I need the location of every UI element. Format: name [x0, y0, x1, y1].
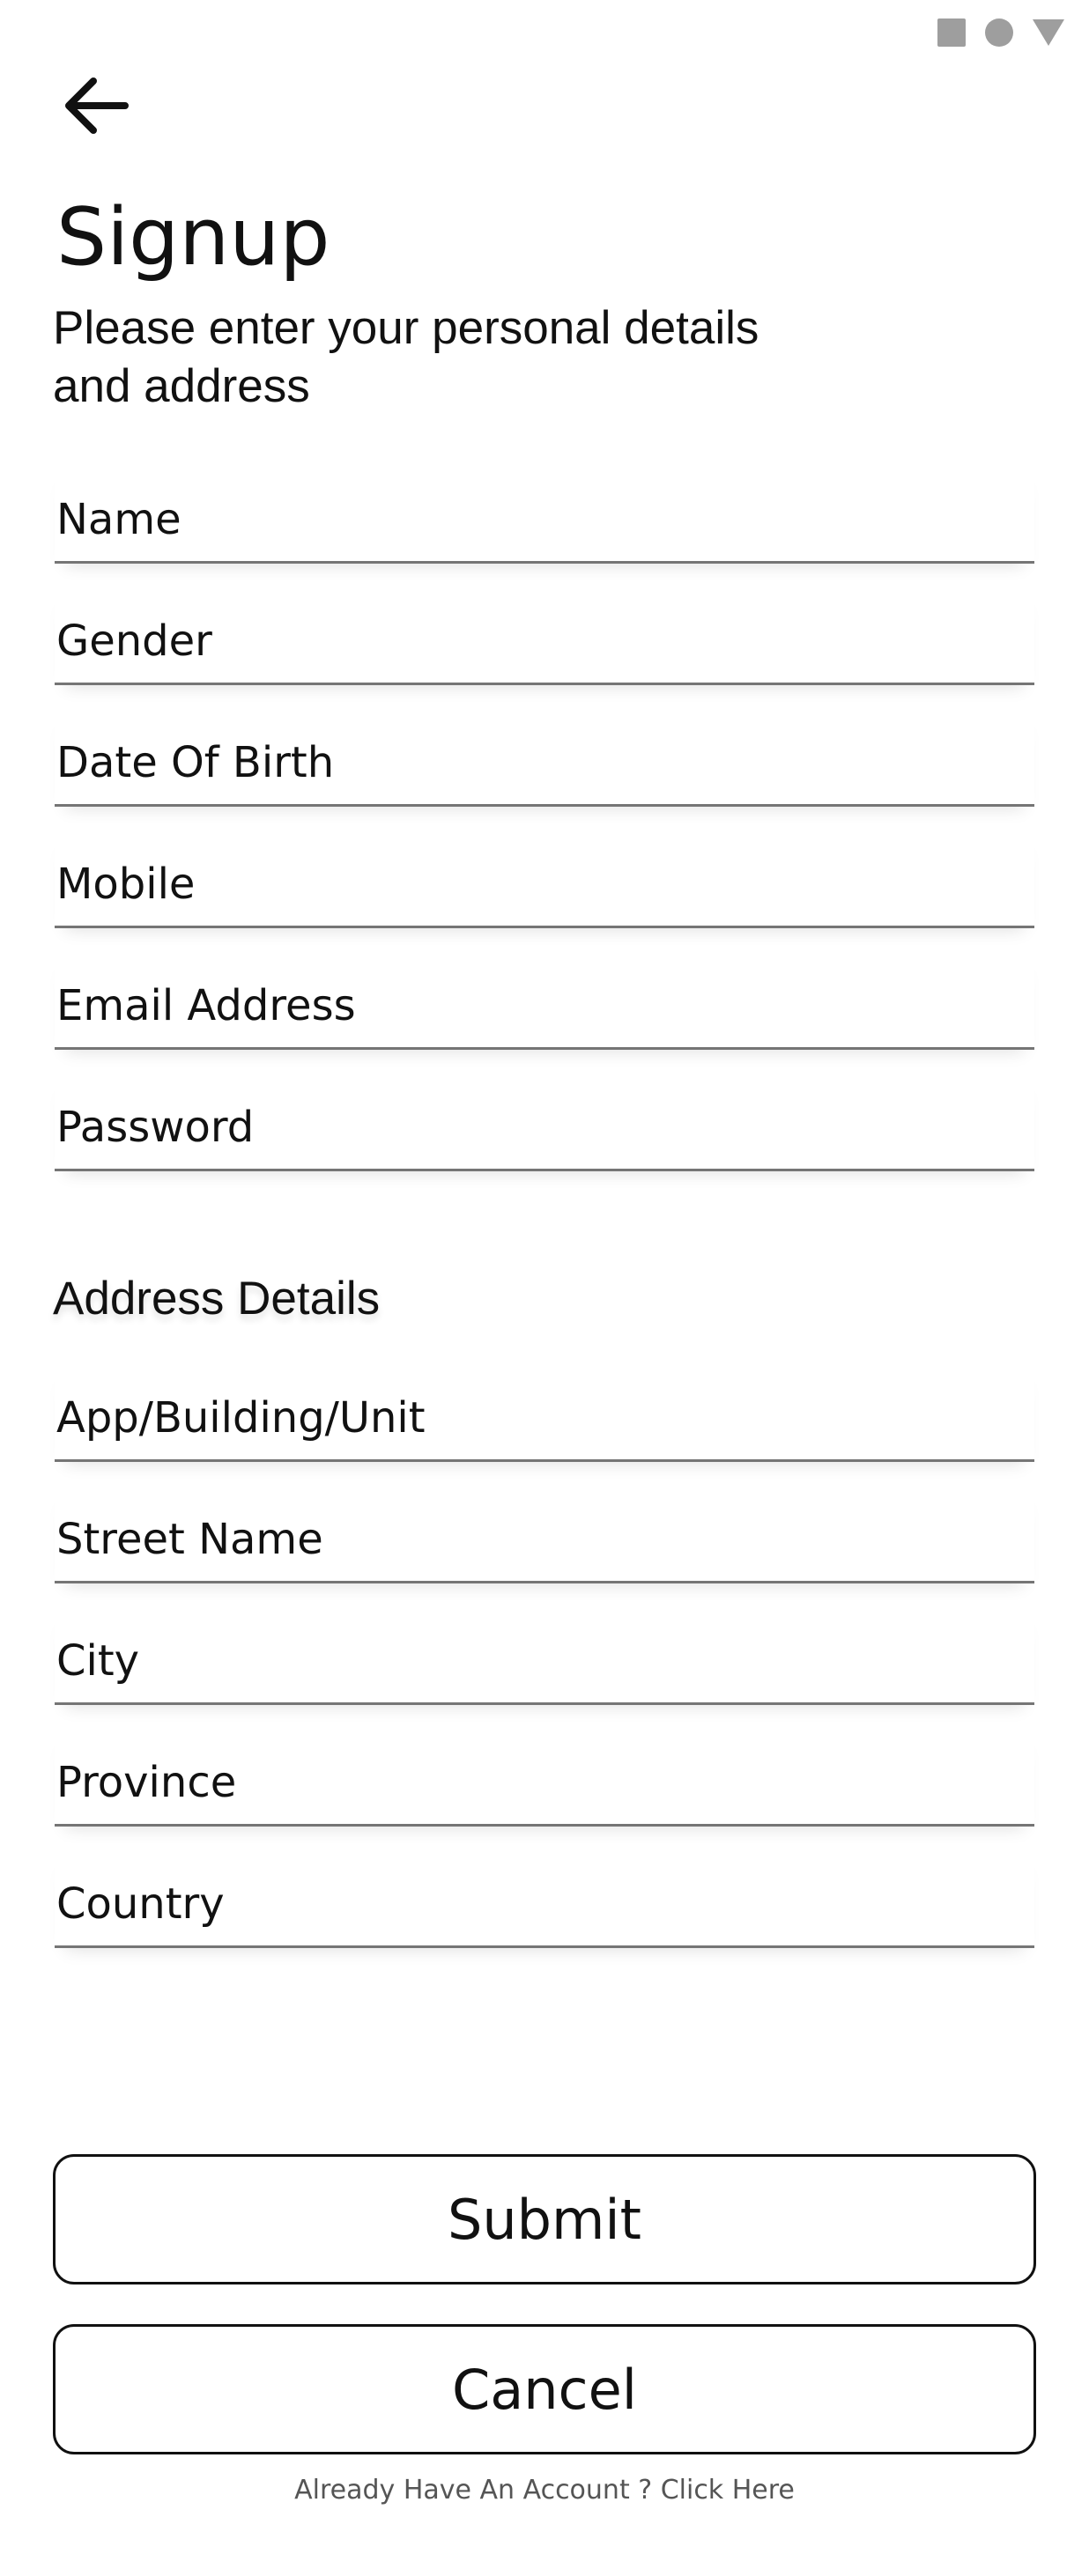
name-input[interactable] [56, 489, 1026, 550]
submit-button[interactable]: Submit [53, 2154, 1036, 2284]
page-subtitle: Please enter your personal details and a… [53, 302, 759, 412]
gender-input[interactable] [56, 610, 1026, 672]
street-name-field [55, 1484, 1034, 1583]
date-of-birth-input[interactable] [56, 732, 1026, 793]
square-icon [937, 18, 966, 47]
password-input[interactable] [56, 1096, 1026, 1158]
mobile-input[interactable] [56, 853, 1026, 915]
back-button[interactable] [62, 74, 132, 137]
province-field [55, 1727, 1034, 1827]
country-input[interactable] [56, 1873, 1026, 1935]
gender-field [55, 586, 1034, 685]
address-section-title: Address Details [53, 1273, 381, 1325]
page-title: Signup [56, 191, 330, 284]
status-bar [937, 18, 1064, 48]
province-input[interactable] [56, 1752, 1026, 1813]
name-field [55, 464, 1034, 564]
login-link[interactable]: Already Have An Account ? Click Here [0, 2475, 1089, 2506]
password-field [55, 1072, 1034, 1171]
city-input[interactable] [56, 1630, 1026, 1692]
mobile-field [55, 829, 1034, 928]
building-unit-input[interactable] [56, 1387, 1026, 1449]
triangle-icon [1033, 19, 1064, 46]
email-input[interactable] [56, 975, 1026, 1037]
cancel-button[interactable]: Cancel [53, 2324, 1036, 2454]
city-field [55, 1605, 1034, 1705]
building-unit-field [55, 1362, 1034, 1462]
arrow-left-icon [65, 78, 129, 134]
circle-icon [985, 18, 1013, 47]
date-of-birth-field [55, 707, 1034, 807]
email-field [55, 950, 1034, 1050]
country-field [55, 1849, 1034, 1948]
street-name-input[interactable] [56, 1509, 1026, 1570]
